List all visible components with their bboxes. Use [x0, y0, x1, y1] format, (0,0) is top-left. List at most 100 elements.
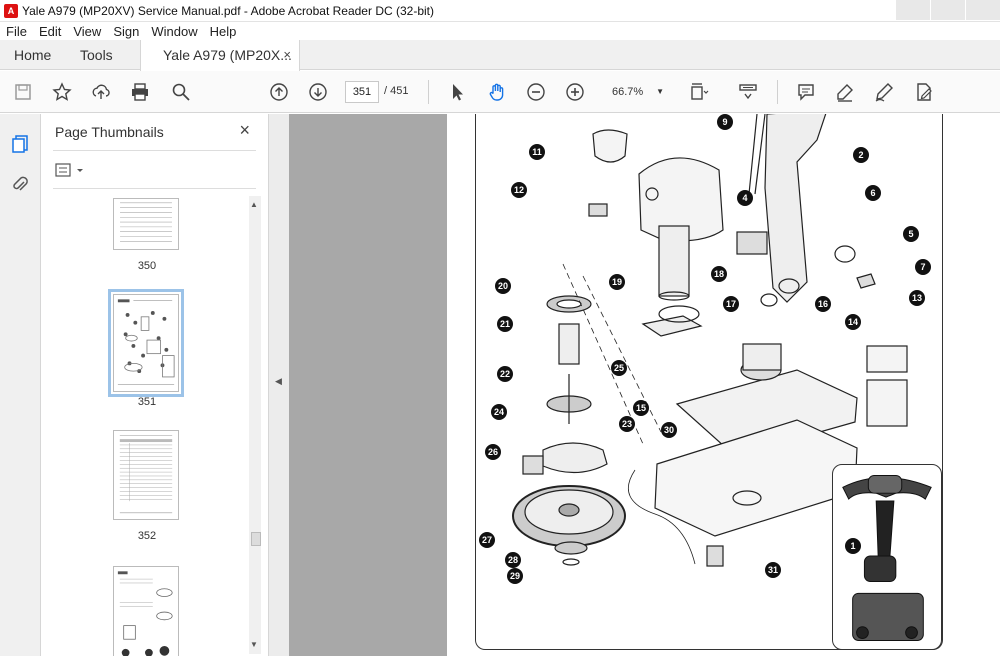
highlight-icon[interactable]	[834, 81, 856, 103]
close-panel-icon[interactable]: ×	[239, 120, 250, 141]
window-controls	[895, 0, 1000, 20]
search-icon[interactable]	[170, 81, 192, 103]
scroll-down-icon[interactable]: ▼	[250, 640, 258, 649]
thumbnail-label: 350	[137, 260, 157, 272]
total-pages: / 451	[384, 85, 409, 97]
callout-badge: 5	[903, 226, 919, 242]
fill-sign-icon[interactable]	[913, 81, 935, 103]
acrobat-app-icon: A	[4, 3, 18, 18]
thumbnail-page[interactable]	[113, 566, 179, 656]
panel-splitter[interactable]: ◀	[269, 114, 289, 656]
menu-view[interactable]: View	[73, 24, 101, 39]
next-page-icon[interactable]	[307, 81, 329, 103]
chevron-down-icon: ▼	[656, 87, 664, 96]
prev-page-icon[interactable]	[268, 81, 290, 103]
callout-badge: 24	[491, 404, 507, 420]
callout-badge: 2	[853, 147, 869, 163]
toolbar-divider	[777, 80, 778, 104]
left-rail	[0, 114, 41, 656]
scrollbar-thumb[interactable]	[251, 532, 261, 546]
thumbnail-options-button[interactable]	[55, 162, 89, 180]
callout-badge: 22	[497, 366, 513, 382]
upload-icon[interactable]	[90, 81, 112, 103]
zoom-select[interactable]: 66.7% ▼	[600, 81, 670, 103]
attachment-icon[interactable]	[10, 174, 30, 194]
tab-document[interactable]: Yale A979 (MP20X... ×	[140, 40, 300, 71]
callout-badge: 25	[611, 360, 627, 376]
draw-icon[interactable]	[873, 81, 895, 103]
callout-badge: 4	[737, 190, 753, 206]
maximize-button[interactable]	[931, 0, 965, 20]
window-title: Yale A979 (MP20XV) Service Manual.pdf - …	[22, 3, 434, 18]
page-thumbnails-icon[interactable]	[10, 134, 30, 154]
divider	[53, 188, 256, 189]
thumbnails-scrollbar[interactable]: ▲ ▼	[249, 196, 261, 654]
panel-title: Page Thumbnails	[55, 124, 164, 140]
callout-badge: 12	[511, 182, 527, 198]
collapse-panel-icon[interactable]: ◀	[275, 376, 282, 387]
scroll-up-icon[interactable]: ▲	[250, 200, 258, 209]
callout-badge: 29	[507, 568, 523, 584]
callout-badge: 7	[915, 259, 931, 275]
pdf-page: 1 2 4 5 6 7 9 11 12 13 14 15 16 17 18 19…	[447, 114, 1000, 656]
callout-badge: 13	[909, 290, 925, 306]
scroll-mode-icon[interactable]	[737, 81, 759, 103]
bookmark-star-icon[interactable]	[51, 81, 73, 103]
zoom-out-icon[interactable]	[525, 81, 547, 103]
page-fit-icon[interactable]	[688, 81, 710, 103]
thumbnail-page-selected[interactable]	[108, 289, 184, 397]
callout-badge: 9	[717, 114, 733, 130]
zoom-in-icon[interactable]	[564, 81, 586, 103]
callout-badge: 26	[485, 444, 501, 460]
close-window-button[interactable]	[966, 0, 1000, 20]
hand-tool-icon[interactable]	[486, 81, 508, 103]
menu-window[interactable]: Window	[151, 24, 197, 39]
thumbnails-panel: Page Thumbnails × 350 351 352	[41, 114, 269, 656]
tiller-arm-drawing	[842, 475, 932, 641]
callout-badge: 15	[633, 400, 649, 416]
callout-badge: 19	[609, 274, 625, 290]
tab-home[interactable]: Home	[14, 40, 51, 70]
callout-badge: 18	[711, 266, 727, 282]
current-page-input[interactable]: 351	[345, 81, 379, 103]
tiller-arm-inset	[832, 464, 942, 650]
callout-badge: 21	[497, 316, 513, 332]
close-tab-icon[interactable]: ×	[283, 40, 291, 70]
callout-badge: 17	[723, 296, 739, 312]
callout-badge: 14	[845, 314, 861, 330]
menu-help[interactable]: Help	[210, 24, 237, 39]
print-icon[interactable]	[129, 81, 151, 103]
zoom-value: 66.7%	[612, 86, 644, 98]
callout-badge: 23	[619, 416, 635, 432]
tab-tools[interactable]: Tools	[80, 40, 113, 70]
menu-sign[interactable]: Sign	[113, 24, 139, 39]
thumbnail-page[interactable]	[113, 430, 179, 520]
document-view[interactable]: 1 2 4 5 6 7 9 11 12 13 14 15 16 17 18 19…	[289, 114, 1000, 656]
callout-badge: 31	[765, 562, 781, 578]
callout-badge: 6	[865, 185, 881, 201]
toolbar-divider	[428, 80, 429, 104]
toolbar: 351 / 451 66.7% ▼	[0, 71, 1000, 113]
comment-icon[interactable]	[795, 81, 817, 103]
tab-document-label: Yale A979 (MP20X...	[163, 47, 292, 63]
menu-edit[interactable]: Edit	[39, 24, 61, 39]
callout-badge: 28	[505, 552, 521, 568]
callout-badge: 30	[661, 422, 677, 438]
divider	[53, 150, 256, 151]
callout-badge: 11	[529, 144, 545, 160]
select-arrow-icon[interactable]	[446, 81, 468, 103]
callout-badge: 27	[479, 532, 495, 548]
tab-bar: Home Tools Yale A979 (MP20X... ×	[0, 40, 1000, 71]
title-bar: A Yale A979 (MP20XV) Service Manual.pdf …	[0, 0, 1000, 22]
thumbnail-page[interactable]	[113, 198, 179, 250]
thumbnail-label: 352	[137, 530, 157, 542]
menu-bar: File Edit View Sign Window Help	[0, 22, 1000, 40]
menu-file[interactable]: File	[6, 24, 27, 39]
callout-badge: 20	[495, 278, 511, 294]
thumbnail-label: 351	[137, 396, 157, 408]
thumbnail-list: 350 351 352	[41, 198, 253, 656]
callout-badge: 16	[815, 296, 831, 312]
minimize-button[interactable]	[896, 0, 930, 20]
callout-badge: 1	[845, 538, 861, 554]
save-icon[interactable]	[12, 81, 34, 103]
